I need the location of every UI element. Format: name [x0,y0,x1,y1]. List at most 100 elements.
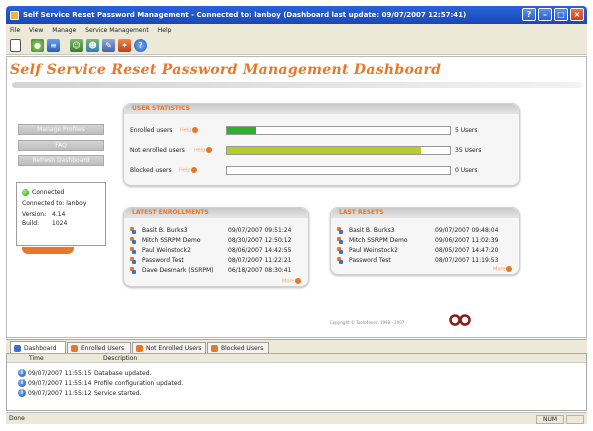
enrollment-time: 09/07/2007 09:51:24 [228,227,292,234]
info-icon: i [18,389,26,397]
menu-view[interactable]: View [29,27,43,34]
log-row[interactable]: i 09/07/2007 11:55:14 Profile configuratio… [18,379,183,387]
security-icon[interactable]: ✦ [118,38,131,52]
user-icon [130,237,138,244]
close-button[interactable]: × [570,8,584,21]
build-label: Build: [22,220,40,227]
connection-status-box: Connected Connected to: lanboy Version: 4… [16,182,106,246]
connection-status: Connected [32,189,65,196]
reset-time: 08/05/2007 14:47:20 [435,247,499,254]
user-icon [337,247,345,254]
reset-name: Mitch SSRPM Demo [349,237,408,244]
database-icon[interactable]: ≡ [47,38,60,52]
enrollment-name: Paul Weinstock2 [142,247,191,254]
new-icon[interactable] [10,38,21,52]
menu-help[interactable]: Help [158,27,172,34]
blocked-users-label: Blocked users [130,167,172,174]
log-column-time[interactable]: Time [29,355,44,362]
status-text: Done [9,415,25,422]
enrollment-time: 08/30/2007 12:50:12 [228,237,292,244]
enrollment-time: 08/06/2007 14:42:55 [228,247,292,254]
users-group-icon[interactable]: ☺ [70,38,83,52]
enrollment-name: Basit B. Burks3 [142,227,188,234]
enrolled-help-link[interactable]: Help [180,127,199,134]
resets-more-link[interactable]: More [493,266,513,273]
log-row[interactable]: i 09/07/2007 11:55:15 Database updated. [18,369,151,377]
enrollment-row[interactable]: Basit B. Burks3 09/07/2007 09:51:24 [130,227,291,234]
enrollments-more-link[interactable]: More [282,278,302,285]
help-icon[interactable]: ? [134,38,147,52]
blocked-users-tab-icon [211,345,218,352]
user-icon [130,267,138,274]
latest-enrollments-panel: LATEST ENROLLMENTS Basit B. Burks3 09/07/… [123,207,309,287]
log-column-description[interactable]: Description [103,355,137,362]
refresh-dashboard-button[interactable]: Refresh Dashboard [18,155,104,166]
reset-row[interactable]: Password Test 08/07/2007 11:19:53 [337,257,498,264]
reset-time: 09/06/2007 11:02:39 [435,237,499,244]
faq-button[interactable]: FAQ [18,140,104,151]
enrollment-row[interactable]: Password Test 08/07/2007 11:22:21 [130,257,291,264]
enrolled-users-bar-fill [227,127,256,134]
reset-time: 08/07/2007 11:19:53 [435,257,499,264]
reset-row[interactable]: Mitch SSRPM Demo 09/06/2007 11:02:39 [337,237,498,244]
enrollment-name: Mitch SSRPM Demo [142,237,201,244]
connected-to-value: lanboy [66,200,87,207]
not-enrolled-help-link[interactable]: Help [194,147,213,154]
not-enrolled-users-bar [226,146,451,155]
menu-manage[interactable]: Manage [52,27,76,34]
user-icon [130,227,138,234]
enrollment-row[interactable]: Dave Desmark (SSRPM) 06/18/2007 08:30:41 [130,267,291,274]
tools-icon[interactable]: ✎ [102,38,115,52]
enrollment-row[interactable]: Paul Weinstock2 08/06/2007 14:42:55 [130,247,291,254]
blocked-help-link[interactable]: Help [179,167,198,174]
more-arrow-icon [506,266,513,272]
user-statistics-title: USER STATISTICS [132,105,190,112]
enrolled-users-tab-icon [71,345,78,352]
app-icon [10,10,19,20]
connected-status-icon [22,189,29,196]
user-icon [337,237,345,244]
blocked-users-bar [226,166,451,175]
help-arrow-icon [192,127,199,133]
menu-file[interactable]: File [10,27,20,34]
tools4ever-logo-icon [449,314,471,326]
user-icon [337,257,345,264]
enrollment-row[interactable]: Mitch SSRPM Demo 08/30/2007 12:50:12 [130,237,291,244]
log-row[interactable]: i 09/07/2007 11:55:12 Service started. [18,389,141,397]
connected-to-label: Connected to: [22,200,65,207]
help-icon[interactable]: ? [522,8,536,21]
status-tab [22,247,74,254]
event-log-header: Time Description [7,354,586,363]
user-statistics-panel: USER STATISTICS Enrolled users Help 5 Us… [123,103,520,186]
user-icon [130,257,138,264]
users-icon[interactable]: ● [31,38,44,52]
reset-name: Basit B. Burks3 [349,227,395,234]
status-bar: Done NUM [6,412,587,424]
reset-row[interactable]: Paul Weinstock2 08/05/2007 14:47:20 [337,247,498,254]
not-enrolled-users-bar-fill [227,147,421,154]
help-arrow-icon [191,167,198,173]
minimize-button[interactable]: – [538,8,552,21]
reset-row[interactable]: Basit B. Burks3 09/07/2007 09:48:04 [337,227,498,234]
maximize-button[interactable]: □ [554,8,568,21]
user-icon [130,247,138,254]
header-stripe [12,82,582,88]
enrolled-users-bar [226,126,451,135]
enrolled-users-count: 5 Users [455,127,478,134]
dashboard-title: Self Service Reset Password Management D… [10,62,442,78]
help-arrow-icon [206,147,213,153]
manage-profiles-button[interactable]: Manage Profiles [18,124,104,135]
users-add-icon[interactable]: ☻ [86,38,99,52]
enrollment-name: Dave Desmark (SSRPM) [142,267,214,274]
reset-name: Paul Weinstock2 [349,247,398,254]
enrollment-name: Password Test [142,257,184,264]
info-icon: i [18,379,26,387]
num-lock-indicator: NUM [536,415,564,424]
info-icon: i [18,369,26,377]
bottom-tab-bar: Dashboard Enrolled Users Not Enrolled Us… [6,339,587,354]
status-cell [566,415,584,424]
latest-resets-panel: LAST RESETS Basit B. Burks3 09/07/2007 09… [330,207,520,275]
menu-service-management[interactable]: Service Management [85,27,149,34]
reset-name: Password Test [349,257,391,264]
version-value: 4.14 [52,211,66,218]
